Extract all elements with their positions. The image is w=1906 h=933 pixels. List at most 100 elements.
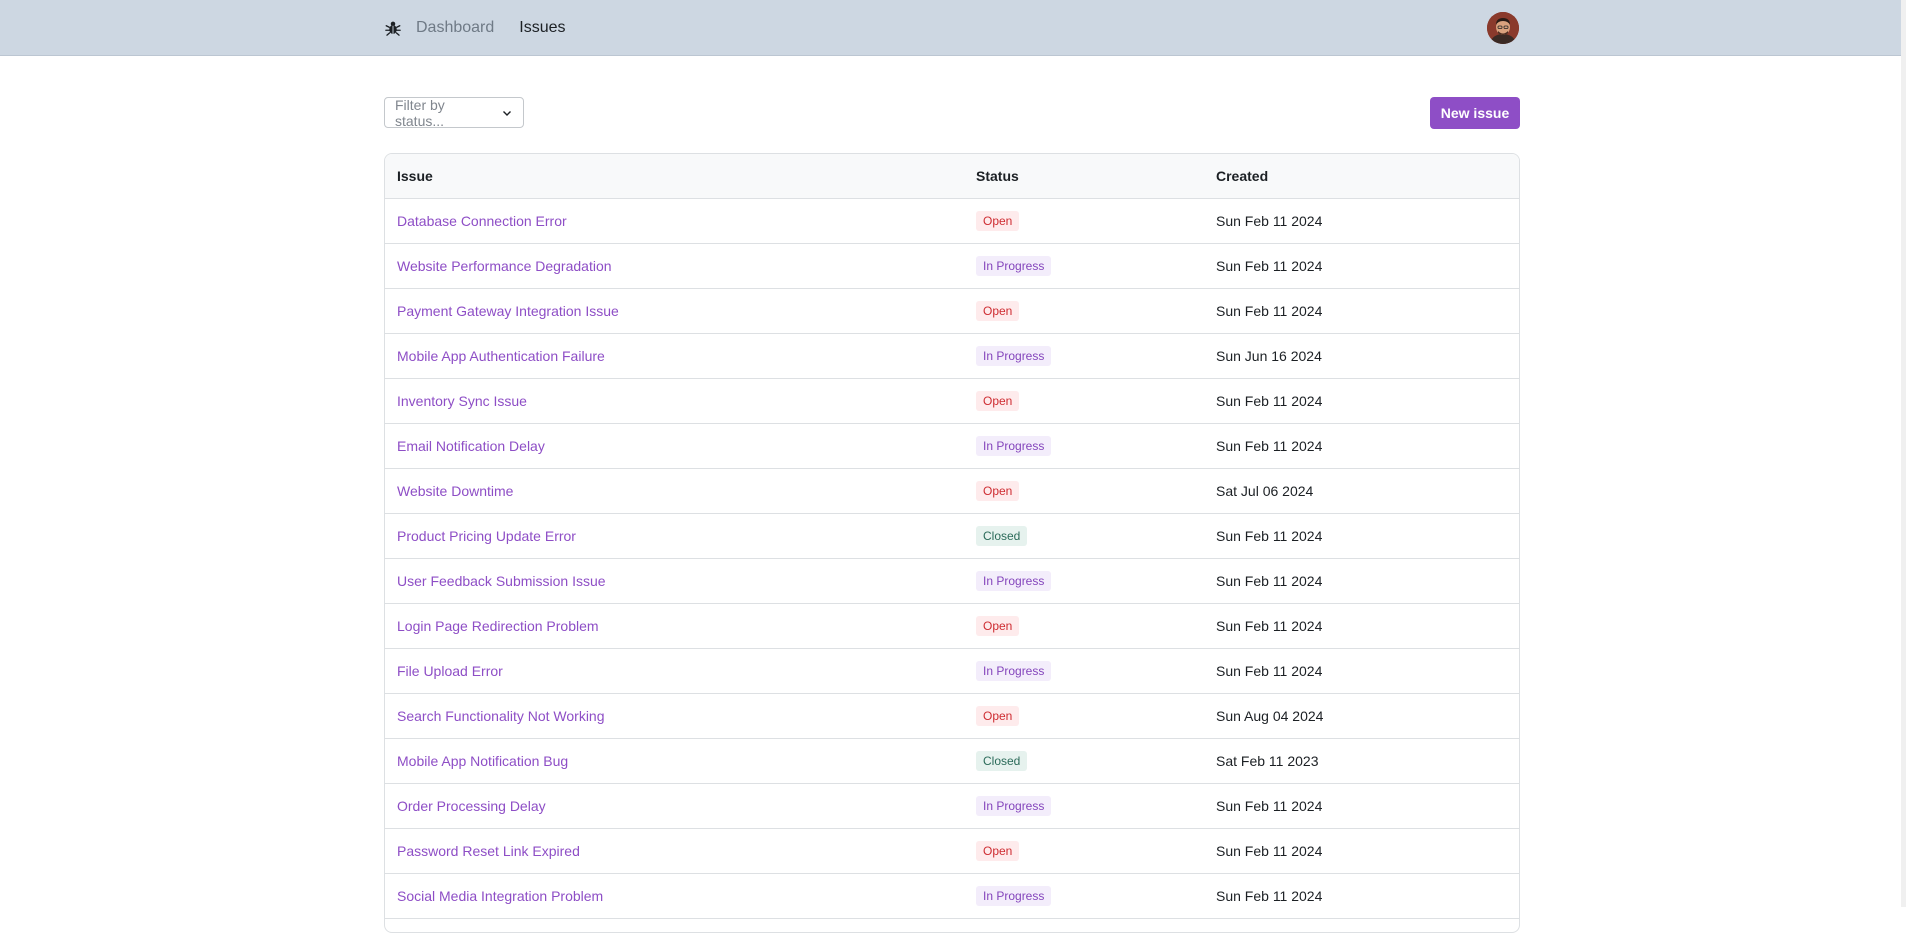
status-badge: Open (976, 211, 1020, 231)
issue-cell: Website Performance Degradation (385, 243, 964, 289)
table-row: Payment Gateway Integration Issue Open Sun… (385, 288, 1519, 334)
created-date: Sun Feb 11 2024 (1204, 603, 1519, 649)
issue-cell: Login Page Redirection Problem (385, 603, 964, 649)
issue-cell: Website Downtime (385, 468, 964, 514)
table-row: Inventory Sync Issue Open Sun Feb 11 2024 (385, 378, 1519, 424)
status-cell: In Progress (964, 783, 1204, 829)
status-badge: In Progress (976, 436, 1052, 456)
status-badge: Closed (976, 526, 1028, 546)
status-badge: In Progress (976, 661, 1052, 681)
status-badge: In Progress (976, 796, 1052, 816)
issue-cell: Order Processing Delay (385, 783, 964, 829)
column-header-issue[interactable]: Issue (385, 154, 964, 199)
issue-title-link[interactable]: Mobile App Authentication Failure (397, 348, 605, 364)
table-row: File Upload Error In Progress Sun Feb 11 2… (385, 648, 1519, 694)
status-cell: Open (964, 378, 1204, 424)
status-cell: Open (964, 468, 1204, 514)
status-badge: In Progress (976, 571, 1052, 591)
created-date: Sun Feb 11 2024 (1204, 828, 1519, 874)
created-date: Sun Feb 11 2024 (1204, 513, 1519, 559)
nav-link-dashboard[interactable]: Dashboard (416, 19, 494, 37)
page-scrollbar[interactable] (1901, 0, 1906, 907)
status-badge: In Progress (976, 886, 1052, 906)
issue-cell: Search Functionality Not Working (385, 693, 964, 739)
status-cell: Open (964, 288, 1204, 334)
issue-title-link[interactable]: Database Connection Error (397, 213, 567, 229)
issue-cell: Mobile App Notification Bug (385, 738, 964, 784)
table-row: Search Functionality Not Working Open Sun … (385, 693, 1519, 739)
status-cell: In Progress (964, 648, 1204, 694)
issue-title-link[interactable]: Password Reset Link Expired (397, 843, 580, 859)
status-cell: Open (964, 198, 1204, 244)
column-header-status[interactable]: Status (964, 154, 1204, 199)
table-row: Product Pricing Update Error Closed Sun Fe… (385, 513, 1519, 559)
issues-toolbar: Filter by status... New issue (384, 97, 1520, 129)
status-cell: Closed (964, 513, 1204, 559)
issue-cell: Payment Gateway Integration Issue (385, 288, 964, 334)
status-badge: Open (976, 841, 1020, 861)
issue-title-link[interactable]: Mobile App Notification Bug (397, 753, 568, 769)
created-date: Sun Feb 11 2024 (1204, 648, 1519, 694)
table-row: Database Connection Error Open Sun Feb 11 … (385, 198, 1519, 244)
issue-title-link[interactable]: Website Performance Degradation (397, 258, 612, 274)
status-cell: In Progress (964, 558, 1204, 604)
status-badge: Open (976, 616, 1020, 636)
created-date: Sat Feb 11 2023 (1204, 738, 1519, 784)
status-cell: Open (964, 603, 1204, 649)
created-date: Sun Feb 11 2024 (1204, 288, 1519, 334)
created-date: Sun Feb 11 2024 (1204, 873, 1519, 919)
status-cell: In Progress (964, 333, 1204, 379)
issue-cell: User Feedback Submission Issue (385, 558, 964, 604)
created-date: Sun Feb 11 2024 (1204, 243, 1519, 289)
status-cell: Closed (964, 738, 1204, 784)
table-row: Login Page Redirection Problem Open Sun Fe… (385, 603, 1519, 649)
status-filter-placeholder: Filter by status... (395, 96, 445, 129)
status-filter-select[interactable]: Filter by status... (384, 96, 524, 129)
created-date: Sun Feb 11 2024 (1204, 378, 1519, 424)
issue-cell: File Upload Error (385, 648, 964, 694)
issue-title-link[interactable]: Inventory Sync Issue (397, 393, 527, 409)
user-avatar[interactable] (1487, 12, 1519, 44)
issue-cell: Mobile App Authentication Failure (385, 333, 964, 379)
table-row: Mobile App Authentication Failure In Prog… (385, 333, 1519, 379)
status-cell: In Progress (964, 243, 1204, 289)
created-date: Sat Jul 06 2024 (1204, 468, 1519, 514)
issue-title-link[interactable]: Order Processing Delay (397, 798, 546, 814)
status-badge: Open (976, 706, 1020, 726)
table-row: Mobile App Notification Bug Closed Sat Feb… (385, 738, 1519, 784)
issue-title-link[interactable]: Website Downtime (397, 483, 513, 499)
issue-title-link[interactable]: Email Notification Delay (397, 438, 545, 454)
nav-link-issues[interactable]: Issues (519, 19, 565, 37)
table-row: Email Notification Delay In Progress Sun F… (385, 423, 1519, 469)
status-cell: Open (964, 828, 1204, 874)
issues-table: Issue Status Created Database Connection… (384, 153, 1520, 933)
table-row: Password Reset Link Expired Open Sun Feb 1… (385, 828, 1519, 874)
issue-title-link[interactable]: Search Functionality Not Working (397, 708, 605, 724)
issue-cell: Password Reset Link Expired (385, 828, 964, 874)
issue-cell: Database Connection Error (385, 198, 964, 244)
issue-title-link[interactable]: Login Page Redirection Problem (397, 618, 599, 634)
issue-title-link[interactable]: Payment Gateway Integration Issue (397, 303, 619, 319)
created-date: Sun Feb 11 2024 (1204, 783, 1519, 829)
status-badge: In Progress (976, 346, 1052, 366)
issue-title-link[interactable]: User Feedback Submission Issue (397, 573, 606, 589)
bug-icon[interactable] (382, 17, 404, 39)
status-badge: Closed (976, 751, 1028, 771)
status-badge: Open (976, 391, 1020, 411)
table-row: Social Media Integration Problem In Progr… (385, 873, 1519, 919)
status-badge: In Progress (976, 256, 1052, 276)
issue-cell: Social Media Integration Problem (385, 873, 964, 919)
new-issue-button[interactable]: New issue (1430, 97, 1520, 129)
created-date: Sun Jun 16 2024 (1204, 333, 1519, 379)
created-date: Sun Feb 11 2024 (1204, 198, 1519, 244)
issue-title-link[interactable]: File Upload Error (397, 663, 503, 679)
issue-title-link[interactable]: Product Pricing Update Error (397, 528, 576, 544)
status-badge: Open (976, 481, 1020, 501)
issues-table-body: Database Connection Error Open Sun Feb 11 … (385, 198, 1519, 919)
issue-cell: Email Notification Delay (385, 423, 964, 469)
table-header-row: Issue Status Created (385, 154, 1519, 199)
column-header-created[interactable]: Created (1204, 154, 1519, 199)
table-row: Website Downtime Open Sat Jul 06 2024 (385, 468, 1519, 514)
top-navbar: Dashboard Issues (0, 0, 1906, 56)
issue-title-link[interactable]: Social Media Integration Problem (397, 888, 603, 904)
